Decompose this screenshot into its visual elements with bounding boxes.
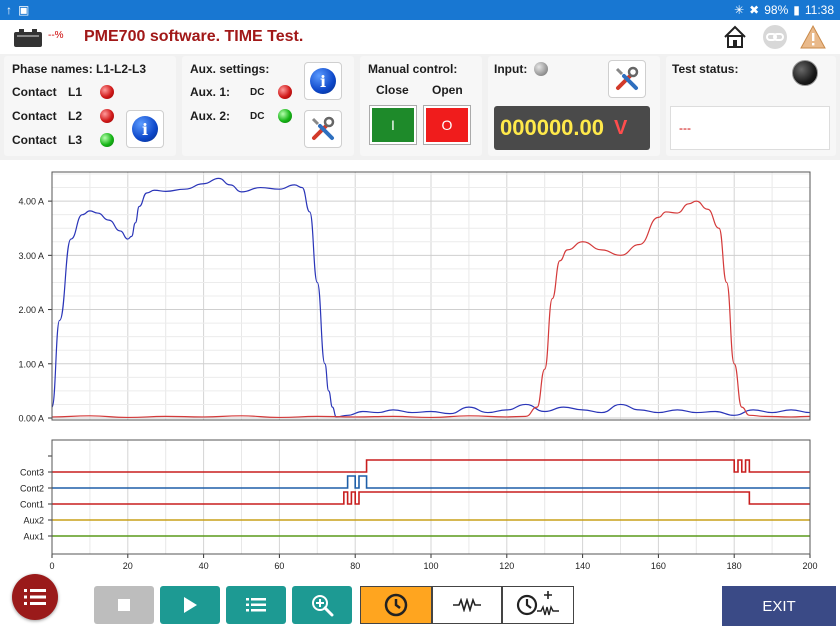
- x-tick-label: 20: [123, 561, 133, 571]
- y-tick-label: 1.00 A: [18, 359, 44, 369]
- aux1-label: Aux. 1:: [190, 85, 231, 99]
- contact-l1-label: Contact: [12, 85, 57, 99]
- battery-icon: ▮: [793, 3, 800, 17]
- phase-panel: Phase names: L1-L2-L3 Contact L1 Contact…: [4, 56, 176, 156]
- x-tick-label: 60: [274, 561, 284, 571]
- mute-icon: ✖: [749, 3, 760, 17]
- contact-l1-led: [100, 85, 114, 99]
- zoom-button[interactable]: [292, 586, 352, 624]
- open-label: Open: [432, 83, 463, 97]
- current-chart[interactable]: 0.00 A 1.00 A 2.00 A 3.00 A 4.00 A: [0, 162, 840, 432]
- time-resistance-mode-tab[interactable]: [502, 586, 574, 624]
- channel-label: Cont3: [20, 468, 44, 478]
- x-tick-label: 100: [423, 561, 438, 571]
- y-tick-label: 2.00 A: [18, 305, 44, 315]
- close-label: Close: [376, 83, 409, 97]
- aux-info-button[interactable]: i: [304, 62, 342, 100]
- x-tick-label: 140: [575, 561, 590, 571]
- y-tick-label: 3.00 A: [18, 251, 44, 261]
- aux2-type: DC: [250, 111, 265, 122]
- aux2-label: Aux. 2:: [190, 109, 231, 123]
- clock-icon: [384, 593, 408, 617]
- android-status-bar: ↑ ▣ ✳ ✖ 98% ▮ 11:38: [0, 0, 840, 20]
- manual-control-label: Manual control:: [368, 62, 458, 76]
- contact-l3-name: L3: [68, 133, 83, 147]
- channel-label: Aux1: [23, 532, 44, 542]
- resistance-mode-tab[interactable]: [432, 586, 502, 624]
- x-tick-label: 180: [727, 561, 742, 571]
- aux1-led: [278, 85, 292, 99]
- input-label: Input:: [494, 62, 528, 76]
- resistor-icon: [453, 598, 481, 612]
- bluetooth-icon: ✳: [734, 3, 745, 17]
- aux-settings-label: Aux. settings:: [190, 62, 270, 76]
- device-battery-icon: [14, 29, 42, 47]
- page-title: PME700 software. TIME Test.: [84, 28, 304, 45]
- contact-l2-label: Contact: [12, 109, 57, 123]
- contact-l3-led: [100, 133, 114, 147]
- zoom-in-icon: [312, 595, 334, 617]
- contact-l2-name: L2: [68, 109, 83, 123]
- phase-names-label: Phase names: L1-L2-L3: [12, 62, 147, 76]
- clock: 11:38: [804, 3, 834, 17]
- play-icon: [184, 597, 197, 613]
- test-status-led: [792, 60, 818, 86]
- list-icon: [246, 598, 266, 612]
- home-icon[interactable]: [722, 24, 748, 50]
- x-tick-label: 0: [49, 561, 54, 571]
- warning-icon[interactable]: [800, 24, 826, 50]
- channel-label: Cont2: [20, 484, 44, 494]
- test-status-value: ---: [670, 106, 830, 150]
- upload-icon: ↑: [6, 3, 12, 17]
- test-status-label: Test status:: [672, 62, 739, 76]
- exit-button[interactable]: EXIT: [722, 586, 836, 626]
- battery-percent: 98%: [764, 3, 789, 17]
- list-icon: [24, 589, 46, 605]
- channel-label: Cont1: [20, 500, 44, 510]
- x-tick-label: 40: [199, 561, 209, 571]
- battery-level-text: --%: [48, 30, 64, 41]
- contact-l3-label: Contact: [12, 133, 57, 147]
- digital-chart[interactable]: Cont3 Cont2 Cont1 Aux2 Aux1 0 20 40 60 80 100 120 1…: [0, 436, 840, 578]
- link-icon[interactable]: [762, 24, 788, 50]
- tools-icon: [615, 66, 639, 90]
- image-icon: ▣: [18, 3, 30, 17]
- stop-button[interactable]: [94, 586, 154, 624]
- clock-resistor-icon: [516, 591, 559, 616]
- aux1-type: DC: [250, 87, 265, 98]
- input-voltage-readout: 000000.00 V: [494, 106, 650, 150]
- time-mode-tab[interactable]: [360, 586, 432, 624]
- aux2-led: [278, 109, 292, 123]
- x-tick-label: 160: [651, 561, 666, 571]
- play-button[interactable]: [160, 586, 220, 624]
- input-value: 000000.00: [500, 115, 604, 140]
- input-unit: V: [614, 116, 628, 139]
- input-tools-button[interactable]: [608, 60, 646, 98]
- contact-l1-name: L1: [68, 85, 83, 99]
- menu-fab-button[interactable]: [12, 574, 58, 620]
- aux-panel: Aux. settings: Aux. 1: DC Aux. 2: DC i: [182, 56, 354, 156]
- manual-close-button[interactable]: I: [369, 105, 417, 145]
- y-tick-label: 4.00 A: [18, 197, 44, 207]
- y-tick-label: 0.00 A: [18, 414, 44, 424]
- input-led: [534, 62, 548, 76]
- aux-tools-button[interactable]: [304, 110, 342, 148]
- results-list-button[interactable]: [226, 586, 286, 624]
- tools-icon: [311, 116, 335, 140]
- x-tick-label: 80: [350, 561, 360, 571]
- channel-label: Aux2: [23, 516, 44, 526]
- manual-control-panel: Manual control: Close Open I O: [360, 56, 482, 156]
- phase-info-button[interactable]: i: [126, 110, 164, 148]
- stop-icon: [118, 599, 130, 611]
- app-header: --% PME700 software. TIME Test.: [0, 20, 840, 54]
- info-icon: i: [310, 68, 336, 94]
- contact-l2-led: [100, 109, 114, 123]
- info-icon: i: [132, 116, 158, 142]
- manual-open-button[interactable]: O: [423, 105, 471, 145]
- x-tick-label: 200: [802, 561, 817, 571]
- bottom-toolbar: EXIT: [0, 574, 840, 630]
- x-tick-label: 120: [499, 561, 514, 571]
